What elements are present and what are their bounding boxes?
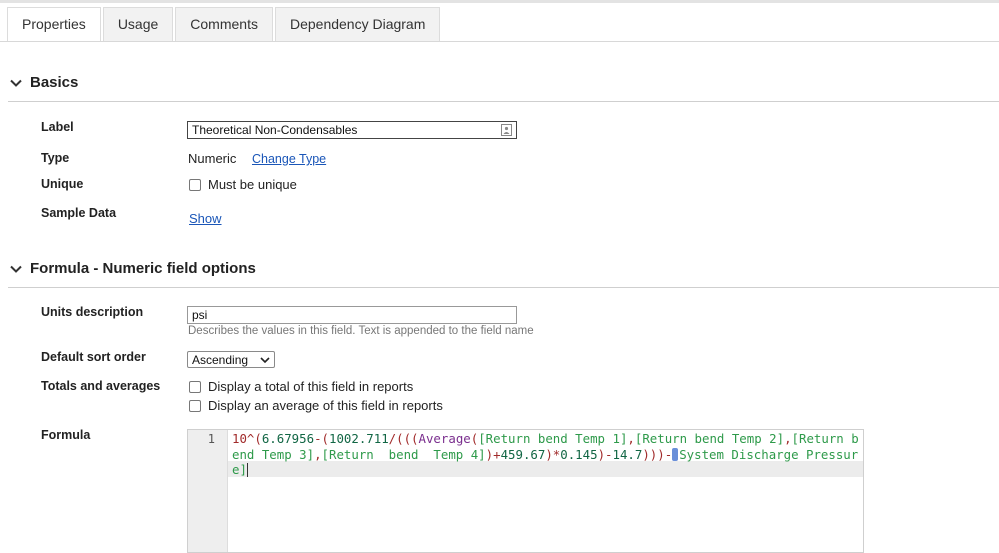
formula-token: [Return bend Temp 4] (321, 446, 486, 462)
formula-token: 10^( (232, 431, 262, 446)
display-average-label: Display an average of this field in repo… (208, 398, 443, 413)
formula-token: [Return bend Temp 2] (634, 431, 785, 446)
display-total-checkbox[interactable]: Display a total of this field in reports (189, 379, 413, 394)
formula-token: )))- (642, 446, 673, 462)
formula-token: )* (545, 446, 561, 462)
tab-usage[interactable]: Usage (102, 7, 174, 42)
label-input-value: Theoretical Non-Condensables (192, 123, 358, 137)
formula-section-toggle[interactable]: Formula - Numeric field options (8, 260, 256, 277)
must-be-unique-checkbox[interactable]: Must be unique (189, 177, 297, 192)
sort-order-value: Ascending (192, 352, 249, 367)
must-be-unique-label: Must be unique (208, 177, 297, 192)
type-field-label: Type (41, 151, 70, 165)
display-total-label: Display a total of this field in reports (208, 379, 414, 394)
formula-token: , (314, 446, 322, 462)
formula-token: 0.145 (560, 446, 598, 462)
units-description-input[interactable]: psi (187, 306, 517, 324)
sample-data-label: Sample Data (41, 206, 117, 220)
formula-token: Average (418, 431, 471, 446)
sample-data-show-link[interactable]: Show (189, 211, 222, 226)
formula-section-title: Formula - Numeric field options (30, 260, 256, 277)
formula-token: , (784, 431, 792, 446)
top-border (0, 0, 999, 3)
totals-averages-label: Totals and averages (41, 379, 161, 393)
contact-card-icon[interactable] (501, 124, 512, 136)
matching-bracket-highlight (672, 447, 679, 461)
label-field-label: Label (41, 120, 74, 134)
tab-bar-divider (0, 41, 999, 42)
chevron-down-icon (10, 265, 22, 273)
checkbox-box[interactable] (189, 399, 201, 412)
type-value: Numeric (188, 151, 237, 166)
checkbox-box[interactable] (189, 380, 201, 393)
formula-token: /((( (388, 431, 419, 446)
unique-field-label: Unique (41, 177, 84, 191)
tab-properties[interactable]: Properties (7, 7, 101, 42)
sort-order-select[interactable]: Ascending (187, 351, 275, 368)
units-help-text: Describes the values in this field. Text… (188, 325, 534, 337)
formula-divider (8, 287, 999, 288)
line-number: 1 (207, 432, 215, 446)
basics-section-title: Basics (30, 74, 79, 91)
formula-token: , (627, 431, 635, 446)
tab-comments[interactable]: Comments (175, 7, 273, 42)
units-description-value: psi (192, 308, 208, 322)
formula-label: Formula (41, 428, 91, 442)
chevron-down-icon (10, 79, 22, 87)
formula-token: 1002.711 (328, 431, 389, 446)
editor-gutter: 1 (188, 430, 228, 552)
change-type-link[interactable]: Change Type (252, 152, 326, 166)
basics-divider (8, 101, 999, 102)
display-average-checkbox[interactable]: Display an average of this field in repo… (189, 398, 443, 413)
formula-code[interactable]: 10^(6.67956-(1002.711/(((Average([Return… (232, 431, 862, 478)
label-input[interactable]: Theoretical Non-Condensables (187, 121, 517, 139)
formula-token: 459.67 (500, 446, 546, 462)
formula-token: [Return bend Temp 1] (478, 431, 628, 446)
formula-token: 6.67956 (261, 431, 315, 446)
formula-token: )+ (485, 446, 501, 462)
tab-bar: Properties Usage Comments Dependency Dia… (7, 7, 442, 42)
default-sort-order-label: Default sort order (41, 350, 146, 364)
formula-token: )- (597, 446, 613, 462)
formula-editor[interactable]: 1 10^(6.67956-(1002.711/(((Average([Retu… (187, 429, 864, 553)
units-description-label: Units description (41, 305, 144, 319)
tab-dependency-diagram[interactable]: Dependency Diagram (274, 7, 441, 42)
checkbox-box[interactable] (189, 178, 201, 191)
basics-section-toggle[interactable]: Basics (8, 74, 78, 91)
chevron-down-icon (260, 356, 270, 363)
formula-token: -( (314, 431, 329, 446)
formula-token: 14.7 (612, 446, 643, 462)
text-caret (246, 463, 248, 477)
